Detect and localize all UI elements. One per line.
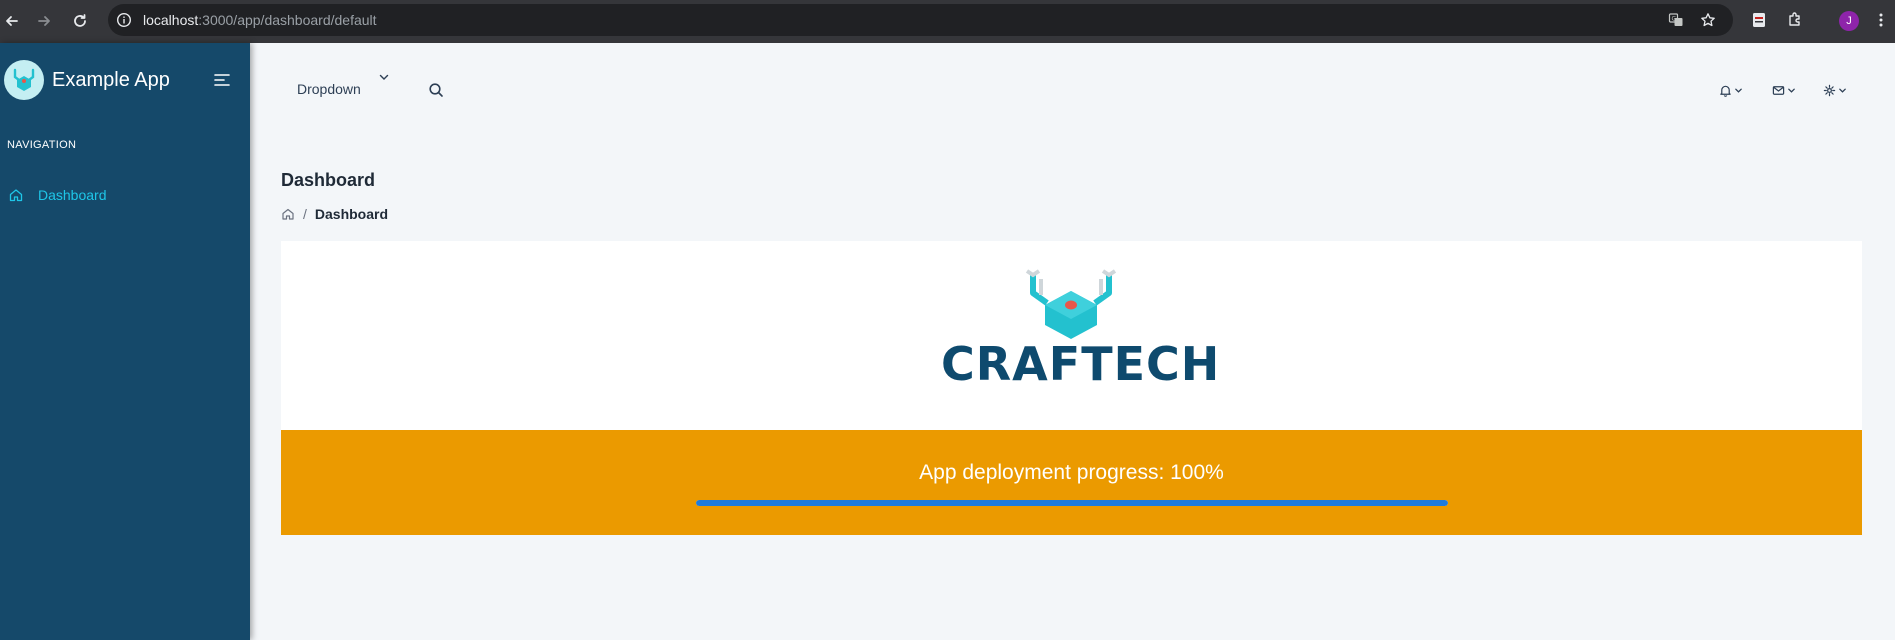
chevron-down-icon <box>1788 88 1795 93</box>
breadcrumb: / Dashboard <box>281 206 388 222</box>
brand[interactable]: Example App <box>4 59 170 101</box>
chevron-down-icon <box>1839 88 1846 93</box>
address-bar[interactable]: localhost:3000/app/dashboard/default G <box>108 4 1733 36</box>
progress-bar <box>696 500 1448 506</box>
messages-button[interactable] <box>1772 83 1802 97</box>
profile-avatar[interactable]: J <box>1839 11 1859 31</box>
svg-text:G: G <box>1672 16 1677 23</box>
progress-bar-fill <box>696 500 1448 506</box>
url-host: localhost <box>143 12 199 28</box>
breadcrumb-current: Dashboard <box>314 206 389 222</box>
arrow-right-icon <box>38 16 50 26</box>
back-button[interactable] <box>0 9 24 33</box>
robot-logo-icon <box>1025 269 1117 339</box>
top-header: Dropdown <box>250 43 1895 138</box>
chevron-down-icon[interactable] <box>378 71 390 83</box>
bookmark-star-icon[interactable] <box>1700 12 1716 28</box>
settings-button[interactable] <box>1823 83 1853 97</box>
sidebar: Example App NAVIGATION Dashboard <box>0 43 250 640</box>
deployment-progress-panel: App deployment progress: 100% <box>281 430 1862 535</box>
sidebar-item-dashboard[interactable]: Dashboard <box>8 183 107 207</box>
craftech-logo: CRAFTECH <box>941 265 1221 405</box>
browser-toolbar: localhost:3000/app/dashboard/default G J <box>0 0 1895 43</box>
home-icon[interactable] <box>281 207 295 221</box>
breadcrumb-separator: / <box>303 206 307 222</box>
reload-icon <box>74 14 86 27</box>
translate-icon[interactable]: G <box>1668 12 1684 28</box>
url-path: :3000/app/dashboard/default <box>198 12 377 28</box>
pdf-extension-icon[interactable] <box>1750 11 1768 29</box>
sidebar-item-label: Dashboard <box>38 187 107 203</box>
reload-button[interactable] <box>68 9 92 33</box>
logo-wordmark: CRAFTECH <box>941 337 1221 391</box>
home-icon <box>9 189 23 202</box>
progress-label: App deployment progress: 100% <box>919 461 1224 484</box>
extensions-puzzle-icon[interactable] <box>1786 11 1804 29</box>
menu-toggle-icon[interactable] <box>212 70 232 90</box>
info-icon[interactable] <box>116 12 132 28</box>
gear-icon <box>1823 84 1836 96</box>
app-name: Example App <box>52 68 170 91</box>
robot-logo-icon <box>13 68 35 91</box>
bell-icon <box>1720 85 1731 97</box>
app-logo <box>4 60 44 100</box>
url-text: localhost:3000/app/dashboard/default <box>143 12 377 28</box>
arrow-left-icon <box>6 16 18 26</box>
kebab-menu-icon[interactable] <box>1872 11 1890 29</box>
logo-card: CRAFTECH <box>281 241 1862 435</box>
chevron-down-icon <box>1735 88 1742 93</box>
dropdown-menu[interactable]: Dropdown <box>297 81 361 97</box>
forward-button[interactable] <box>32 9 56 33</box>
search-icon[interactable] <box>428 82 444 98</box>
notifications-button[interactable] <box>1719 83 1749 97</box>
page-title: Dashboard <box>281 170 376 190</box>
mail-icon <box>1772 85 1785 95</box>
nav-section-header: NAVIGATION <box>7 139 77 151</box>
